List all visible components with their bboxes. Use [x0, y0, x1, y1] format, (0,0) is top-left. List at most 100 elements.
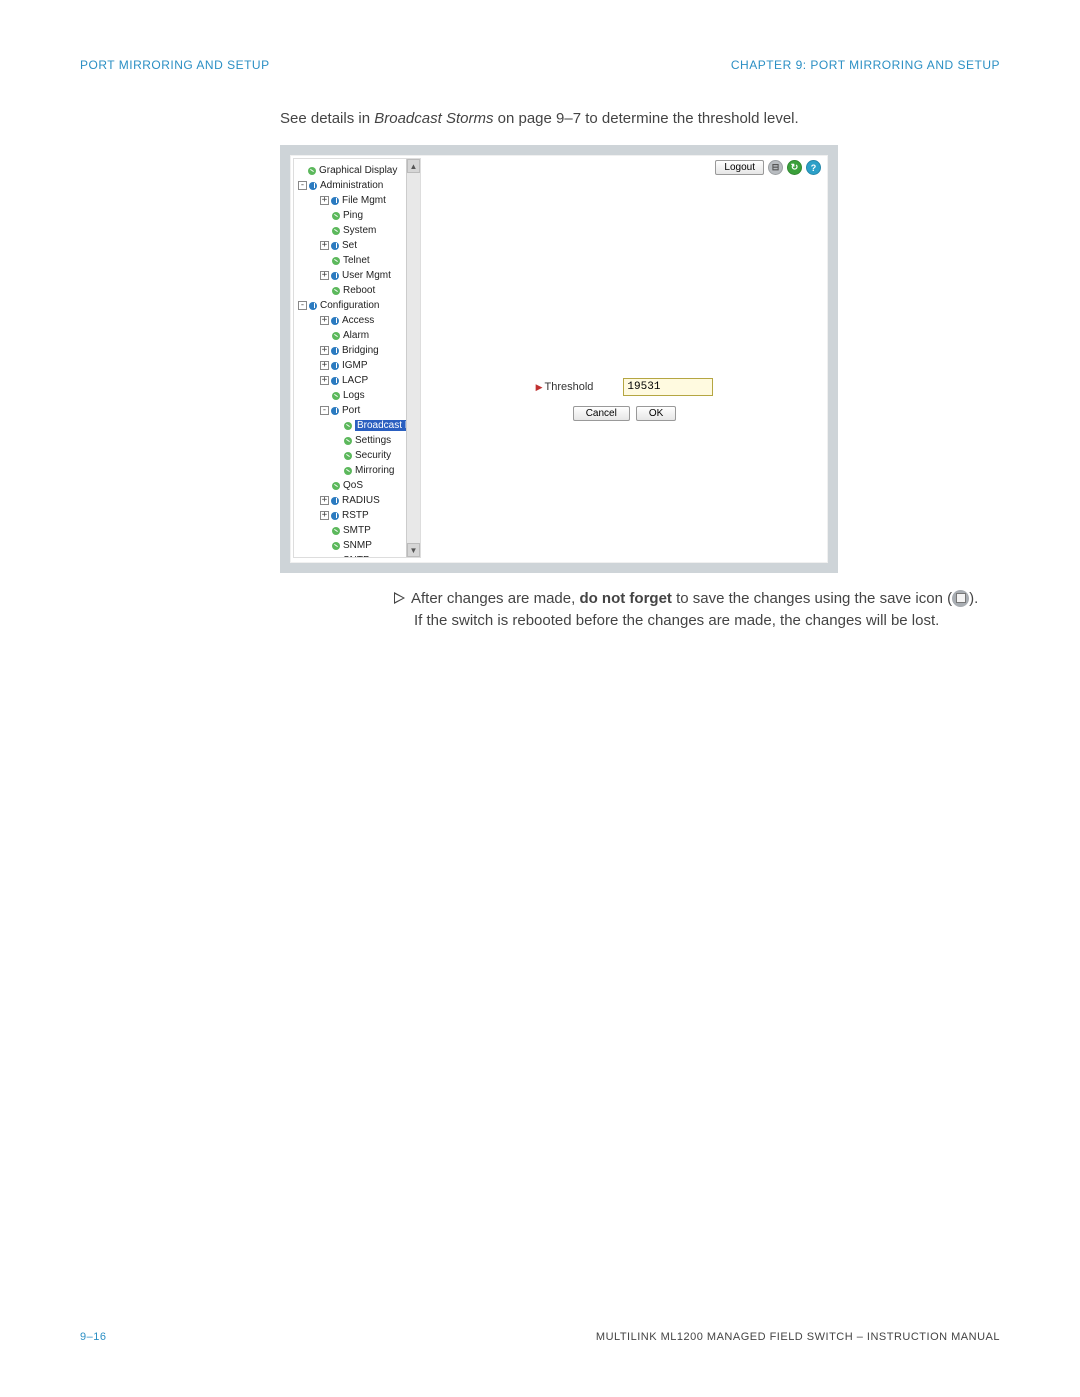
- bullet-icon: [344, 422, 352, 430]
- expand-icon[interactable]: +: [320, 511, 329, 520]
- collapse-icon[interactable]: -: [298, 301, 307, 310]
- tree-label: Set: [342, 240, 357, 251]
- nav-tree: Graphical Display - Administration + File …: [294, 159, 420, 558]
- save-icon[interactable]: ⊟: [768, 160, 783, 175]
- note-block: After changes are made, do not forget to…: [394, 588, 994, 632]
- threshold-input[interactable]: [623, 378, 713, 396]
- threshold-label-text: Threshold: [545, 381, 594, 393]
- tree-port[interactable]: - Port: [298, 403, 420, 418]
- note-line-1: After changes are made, do not forget to…: [394, 588, 994, 610]
- tree-configuration[interactable]: -Configuration: [298, 298, 420, 313]
- tree-user-mgmt[interactable]: + User Mgmt: [298, 268, 420, 283]
- marker-icon: ▶: [536, 382, 543, 392]
- tree-label: SNTP: [343, 555, 370, 558]
- tree-label: Graphical Display: [319, 165, 397, 176]
- logout-button[interactable]: Logout: [715, 160, 764, 175]
- bullet-icon: [331, 512, 339, 520]
- expand-icon[interactable]: +: [320, 496, 329, 505]
- collapse-icon[interactable]: -: [298, 181, 307, 190]
- triangle-icon: [394, 592, 405, 604]
- button-row: Cancel OK: [426, 406, 823, 421]
- bullet-icon: [332, 527, 340, 535]
- tree-label: User Mgmt: [342, 270, 391, 281]
- bullet-icon: [332, 542, 340, 550]
- tree-label: SMTP: [343, 525, 371, 536]
- expand-icon[interactable]: +: [320, 376, 329, 385]
- expand-icon[interactable]: +: [320, 346, 329, 355]
- intro-post: on page 9–7 to determine the threshold l…: [493, 110, 798, 127]
- cancel-button[interactable]: Cancel: [573, 406, 630, 421]
- nav-sidebar: ▲ ▼ Graphical Display - Administration + F…: [293, 158, 421, 558]
- topbar: Logout ⊟ ↻ ?: [715, 160, 821, 175]
- tree-lacp[interactable]: +LACP: [298, 373, 420, 388]
- tree-label: Bridging: [342, 345, 379, 356]
- tree-set[interactable]: + Set: [298, 238, 420, 253]
- tree-system[interactable]: System: [298, 223, 420, 238]
- tree-label: Settings: [355, 435, 391, 446]
- tree-administration[interactable]: - Administration: [298, 178, 420, 193]
- tree-sntp[interactable]: SNTP: [298, 553, 420, 558]
- tree-telnet[interactable]: Telnet: [298, 253, 420, 268]
- expand-icon[interactable]: +: [320, 271, 329, 280]
- tree-security[interactable]: Security: [298, 448, 420, 463]
- tree-alarm[interactable]: Alarm: [298, 328, 420, 343]
- bullet-icon: [332, 212, 340, 220]
- tree-label: RSTP: [342, 510, 369, 521]
- tree-snmp[interactable]: SNMP: [298, 538, 420, 553]
- expand-icon[interactable]: +: [320, 361, 329, 370]
- refresh-icon[interactable]: ↻: [787, 160, 802, 175]
- tree-label: Logs: [343, 390, 365, 401]
- tree-smtp[interactable]: SMTP: [298, 523, 420, 538]
- tree-label: QoS: [343, 480, 363, 491]
- intro-pre: See details in: [280, 110, 374, 127]
- bullet-icon: [344, 467, 352, 475]
- tree-logs[interactable]: Logs: [298, 388, 420, 403]
- scrollbar[interactable]: ▲ ▼: [406, 159, 420, 557]
- bullet-icon: [331, 347, 339, 355]
- tree-bridging[interactable]: + Bridging: [298, 343, 420, 358]
- tree-label: RADIUS: [342, 495, 380, 506]
- expand-icon[interactable]: +: [320, 196, 329, 205]
- note-1c: to save the changes using the save icon …: [672, 590, 952, 607]
- tree-radius[interactable]: + RADIUS: [298, 493, 420, 508]
- tree-mirroring[interactable]: Mirroring: [298, 463, 420, 478]
- save-icon: [952, 590, 969, 607]
- expand-icon[interactable]: +: [320, 241, 329, 250]
- tree-label: Administration: [320, 180, 383, 191]
- page-footer: 9–16 MULTILINK ML1200 MANAGED FIELD SWIT…: [80, 1331, 1000, 1343]
- tree-rstp[interactable]: + RSTP: [298, 508, 420, 523]
- note-1a: After changes are made,: [411, 590, 579, 607]
- bullet-icon: [332, 332, 340, 340]
- tree-label: Port: [342, 405, 360, 416]
- tree-ping[interactable]: Ping: [298, 208, 420, 223]
- intro-text: See details in Broadcast Storms on page …: [280, 110, 799, 127]
- note-1d: ).: [969, 590, 978, 607]
- tree-qos[interactable]: QoS: [298, 478, 420, 493]
- tree-graphical-display[interactable]: Graphical Display: [298, 163, 420, 178]
- tree-igmp[interactable]: +IGMP: [298, 358, 420, 373]
- scroll-down-icon[interactable]: ▼: [407, 543, 420, 557]
- help-icon[interactable]: ?: [806, 160, 821, 175]
- tree-label: File Mgmt: [342, 195, 386, 206]
- tree-reboot[interactable]: Reboot: [298, 283, 420, 298]
- header-right: CHAPTER 9: PORT MIRRORING AND SETUP: [731, 58, 1000, 72]
- tree-settings[interactable]: Settings: [298, 433, 420, 448]
- scroll-up-icon[interactable]: ▲: [407, 159, 420, 173]
- bullet-icon: [331, 362, 339, 370]
- app-window: Logout ⊟ ↻ ? ▲ ▼ Graphical Display - Admi…: [290, 155, 828, 563]
- collapse-icon[interactable]: -: [320, 406, 329, 415]
- intro-italic: Broadcast Storms: [374, 110, 493, 127]
- tree-access[interactable]: +Access: [298, 313, 420, 328]
- expand-icon[interactable]: +: [320, 316, 329, 325]
- tree-label: System: [343, 225, 376, 236]
- bullet-icon: [332, 227, 340, 235]
- bullet-icon: [331, 242, 339, 250]
- bullet-icon: [331, 377, 339, 385]
- bullet-icon: [332, 287, 340, 295]
- ok-button[interactable]: OK: [636, 406, 676, 421]
- threshold-label: ▶Threshold: [536, 381, 594, 393]
- header-left: PORT MIRRORING AND SETUP: [80, 58, 270, 72]
- tree-file-mgmt[interactable]: + File Mgmt: [298, 193, 420, 208]
- tree-broadcast-protect[interactable]: Broadcast Protect: [298, 418, 420, 433]
- bullet-icon: [309, 182, 317, 190]
